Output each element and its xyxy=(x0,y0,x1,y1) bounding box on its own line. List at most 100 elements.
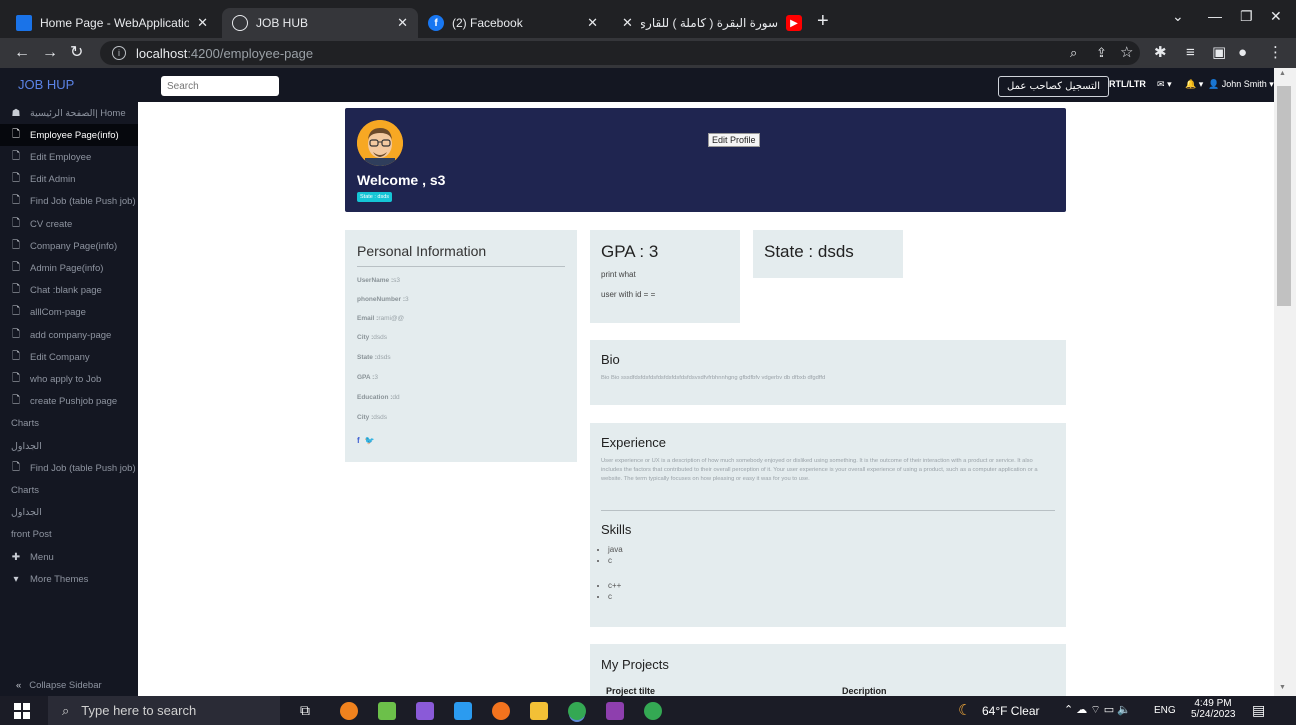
skill-item: c xyxy=(608,592,621,603)
notification-icon[interactable]: ▤ xyxy=(1252,702,1265,719)
sidebar-item[interactable]: ☗ الصفحة الرئيسية| Home xyxy=(0,102,138,124)
sidebar-item[interactable]: 🗋 Find Job (table Push job) xyxy=(0,191,138,213)
profile-header-card: Welcome , s3 State : dsds Edit Profile xyxy=(345,108,1066,212)
social-links[interactable]: f 🐦 xyxy=(357,436,375,445)
new-tab-button[interactable]: + xyxy=(817,11,829,31)
twitter-icon[interactable]: 🐦 xyxy=(365,436,375,445)
profile-icon[interactable]: ● xyxy=(1238,43,1247,63)
brand-logo[interactable]: JOB HUP xyxy=(18,77,74,92)
app-icon-8[interactable] xyxy=(606,702,624,720)
browser-tab-1[interactable]: Home Page - WebApplication3 ✕ xyxy=(6,8,218,38)
sidebar-item-label: who apply to Job xyxy=(30,373,102,385)
clock[interactable]: 4:49 PM 5/24/2023 xyxy=(1191,698,1236,720)
user-dropdown[interactable]: 👤 John Smith ▾ xyxy=(1208,79,1274,90)
sidebar-item[interactable]: الجداول xyxy=(0,502,138,524)
app-icon-2[interactable] xyxy=(378,702,396,720)
extensions-icon[interactable]: ✱ xyxy=(1154,43,1167,63)
close-tab-icon[interactable]: ✕ xyxy=(397,15,408,31)
close-window-button[interactable]: ✕ xyxy=(1270,8,1282,25)
search-input[interactable] xyxy=(161,76,279,96)
facebook-icon[interactable]: f xyxy=(357,436,360,445)
maximize-button[interactable]: ❐ xyxy=(1240,8,1253,25)
sidebar-item[interactable]: Charts xyxy=(0,479,138,501)
address-bar[interactable]: i localhost :4200/employee-page xyxy=(100,41,1140,65)
sidebar-item-label: Find Job (table Push job) xyxy=(30,196,136,208)
skill-item: java xyxy=(608,545,623,556)
app-icon-1[interactable] xyxy=(340,702,358,720)
sidebar-item[interactable]: 🗋 Admin Page(info) xyxy=(0,257,138,279)
sidebar-item-label: Menu xyxy=(30,551,54,563)
sidebar-item[interactable]: front Post xyxy=(0,524,138,546)
sidebar-item-label: الجداول xyxy=(11,507,42,519)
close-tab-icon[interactable]: ✕ xyxy=(197,15,208,31)
scrollbar-thumb[interactable] xyxy=(1277,86,1291,306)
sidebar-item[interactable]: 🗋 Employee Page(info) xyxy=(0,124,138,147)
site-info-icon[interactable]: i xyxy=(112,46,126,60)
visual-studio-icon[interactable] xyxy=(416,702,434,720)
chrome-icon-2[interactable] xyxy=(644,702,662,720)
reload-icon[interactable]: ↻ xyxy=(70,43,83,63)
file-icon: 🗋 xyxy=(11,128,21,140)
close-tab-icon[interactable]: ✕ xyxy=(587,15,598,31)
info-label: Education : xyxy=(357,394,393,401)
more-menu-icon[interactable]: ⋮ xyxy=(1268,43,1283,63)
sidebar-item-label: Edit Company xyxy=(30,351,90,363)
task-view-icon[interactable]: ⧉ xyxy=(300,702,310,719)
reading-list-icon[interactable]: ≡ xyxy=(1186,43,1195,63)
app-icon-5[interactable] xyxy=(492,702,510,720)
dashboard-icon: ☗ xyxy=(11,107,21,119)
browser-tab-4[interactable]: ✕ سورة البقرة ( كاملة ) للقارئ اسلام ‹ ▶ xyxy=(612,8,812,38)
bookmark-star-icon[interactable]: ☆ xyxy=(1120,43,1133,63)
sidebar-item[interactable]: 🗋 add company-page xyxy=(0,324,138,346)
back-icon[interactable]: ← xyxy=(14,43,30,63)
browser-tab-2[interactable]: JOB HUB ✕ xyxy=(222,8,418,38)
vscode-icon[interactable] xyxy=(454,702,472,720)
share-icon[interactable]: ⇪ xyxy=(1096,43,1107,63)
close-tab-icon[interactable]: ✕ xyxy=(622,15,633,31)
scroll-up-icon[interactable]: ▲ xyxy=(1279,70,1286,77)
zoom-icon[interactable]: ⌕ xyxy=(1070,43,1077,63)
caret-down-icon: ▾ xyxy=(1167,79,1172,89)
gpa-title: GPA : 3 xyxy=(601,242,659,261)
sidebar-item[interactable]: 🗋 create Pushjob page xyxy=(0,391,138,413)
sidebar-item[interactable]: 🗋 Edit Employee xyxy=(0,146,138,168)
rtl-ltr-toggle[interactable]: RTL/LTR xyxy=(1109,79,1146,89)
collapse-sidebar-button[interactable]: « Collapse Sidebar xyxy=(0,674,138,696)
register-employer-button[interactable]: التسجيل كصاحب عمل xyxy=(998,76,1109,97)
browser-tab-3[interactable]: f (2) Facebook ✕ xyxy=(418,8,608,38)
sidebar-item[interactable]: الجداول xyxy=(0,435,138,457)
sidebar-item[interactable]: 🗋 Edit Admin xyxy=(0,169,138,191)
page-scrollbar[interactable]: ▲ ▼ xyxy=(1274,68,1296,696)
chrome-icon[interactable] xyxy=(568,702,586,720)
alerts-dropdown[interactable]: 🔔 ▾ xyxy=(1185,79,1203,90)
forward-icon[interactable]: → xyxy=(42,43,58,63)
system-tray-icons[interactable]: ⌃ ☁ ⌔ ▭ 🔈 xyxy=(1064,703,1131,717)
sidebar-item[interactable]: 🗋 Company Page(info) xyxy=(0,235,138,257)
minimize-button[interactable]: — xyxy=(1208,8,1222,24)
tab-search-icon[interactable]: ⌄ xyxy=(1172,8,1184,25)
app-navbar: JOB HUP التسجيل كصاحب عمل RTL/LTR ✉ ▾ 🔔 … xyxy=(0,68,1285,102)
sidebar-item[interactable]: 🗋 CV create xyxy=(0,213,138,235)
language-indicator[interactable]: ENG xyxy=(1154,705,1176,716)
sidebar-item[interactable]: 🗋 Chat :blank page xyxy=(0,280,138,302)
edit-profile-button[interactable]: Edit Profile xyxy=(708,133,760,147)
weather-text[interactable]: 64°F Clear xyxy=(982,704,1040,718)
sidebar-item[interactable]: 🗋 Edit Company xyxy=(0,346,138,368)
messages-dropdown[interactable]: ✉ ▾ xyxy=(1157,79,1172,90)
windows-taskbar: ⌕ Type here to search ⧉ ☾ 64°F Clear ⌃ ☁… xyxy=(0,696,1296,725)
file-explorer-icon[interactable] xyxy=(530,702,548,720)
welcome-text: Welcome , s3 xyxy=(357,172,446,188)
sidebar-item[interactable]: Charts xyxy=(0,413,138,435)
scroll-down-icon[interactable]: ▼ xyxy=(1279,684,1286,691)
side-panel-icon[interactable]: ▣ xyxy=(1212,43,1226,63)
windows-start-icon[interactable] xyxy=(14,703,30,719)
sidebar-item[interactable]: 🗋 who apply to Job xyxy=(0,368,138,390)
taskbar-search[interactable]: ⌕ Type here to search xyxy=(48,696,280,725)
sidebar-item[interactable]: ✚ Menu xyxy=(0,546,138,568)
sidebar-item[interactable]: 🗋 alllCom-page xyxy=(0,302,138,324)
project-description-header: Decription xyxy=(842,686,887,696)
sidebar-item[interactable]: 🗋 Find Job (table Push job) xyxy=(0,457,138,479)
info-value: 3 xyxy=(405,296,409,303)
sidebar-item[interactable]: ▾ More Themes xyxy=(0,568,138,590)
tab-title: JOB HUB xyxy=(256,16,309,30)
